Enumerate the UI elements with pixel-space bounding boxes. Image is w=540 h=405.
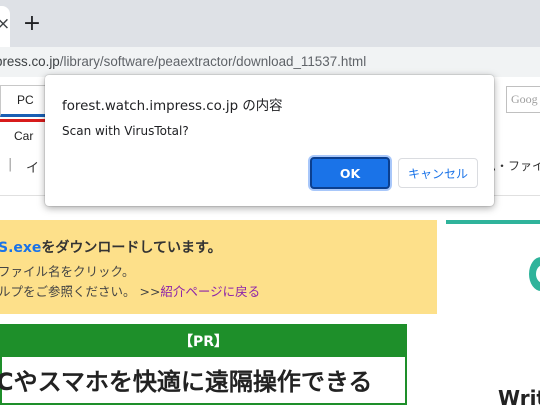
cancel-button[interactable]: キャンセル — [398, 158, 478, 188]
notice-line-1: S.exeをダウンロードしています。 — [0, 237, 222, 257]
back-to-intro-link[interactable]: 紹介ページに戻る — [160, 284, 260, 299]
notice-line-3-text: ルプをご参照ください。 >> — [0, 284, 161, 299]
site-tab-pc[interactable]: PC — [0, 85, 48, 117]
nav-link-left[interactable]: イ — [26, 157, 39, 176]
notice-line-1-text: をダウンロードしています。 — [41, 240, 222, 256]
close-icon[interactable]: × — [0, 14, 10, 34]
url-path: /library/software/peaextractor/download_… — [59, 54, 367, 69]
site-tab-car-label: Car — [14, 129, 34, 143]
url-host: press.co.jp — [0, 54, 60, 69]
ok-button[interactable]: OK — [310, 157, 390, 189]
pr-label: 【PR】 — [0, 324, 407, 357]
pr-title[interactable]: Cやスマホを快適に遠隔操作できる — [0, 362, 372, 397]
site-tab-car[interactable]: Car — [0, 119, 48, 149]
right-column-heading: Writ — [498, 386, 540, 405]
nav-separator: | — [8, 157, 13, 172]
tab-strip — [0, 0, 540, 47]
notice-line-3: ルプをご参照ください。 >>紹介ページに戻る — [0, 281, 260, 300]
site-tab-pc-label: PC — [17, 93, 34, 107]
notice-filename: S.exe — [0, 240, 42, 256]
confirm-dialog: forest.watch.impress.co.jp の内容 Scan with… — [45, 75, 494, 206]
site-search-input[interactable]: Goog — [506, 86, 540, 113]
download-notice: S.exeをダウンロードしています。 ファイル名をクリック。 ルプをご参照くださ… — [0, 220, 437, 314]
dialog-message: Scan with VirusTotal? — [62, 124, 189, 138]
url-text[interactable]: press.co.jp/library/software/peaextracto… — [0, 54, 366, 69]
site-search-placeholder: Goog — [511, 92, 538, 106]
dialog-title: forest.watch.impress.co.jp の内容 — [62, 99, 283, 114]
notice-line-2: ファイル名をクリック。 — [0, 264, 135, 279]
new-tab-button[interactable]: + — [20, 12, 44, 36]
plus-icon: + — [22, 11, 42, 36]
right-column — [446, 220, 540, 405]
